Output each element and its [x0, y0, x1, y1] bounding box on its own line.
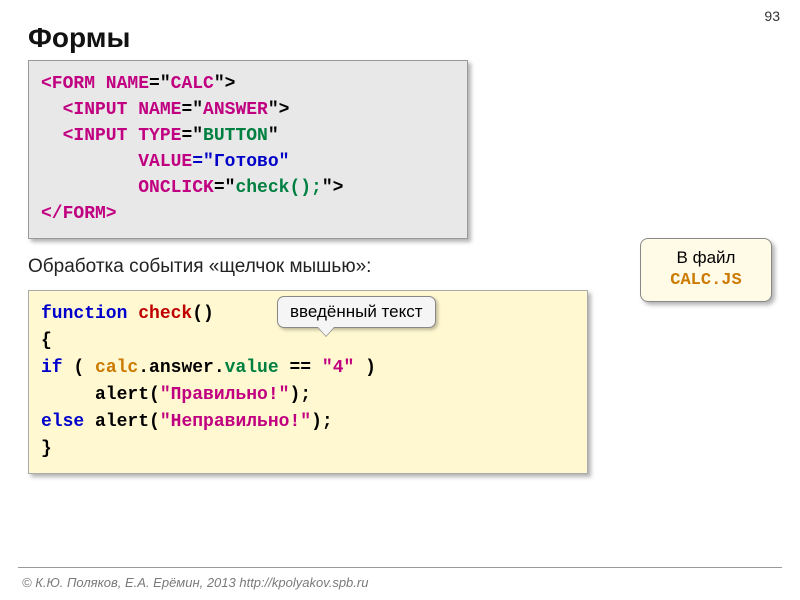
file-callout: В файл CALC.JS — [640, 238, 772, 302]
code-line: <FORM NAME="CALC"> — [41, 71, 455, 97]
code-line: else alert("Неправильно!"); — [41, 409, 575, 436]
code-line: </FORM> — [41, 201, 455, 227]
code-line: alert("Правильно!"); — [41, 382, 575, 409]
code-line: } — [41, 436, 575, 463]
code-line: VALUE="Готово" — [41, 149, 455, 175]
code-line: <INPUT TYPE="BUTTON" — [41, 123, 455, 149]
code-line: ONCLICK="check();"> — [41, 175, 455, 201]
tooltip-callout: введённый текст — [277, 296, 436, 328]
caption-text: Обработка события «щелчок мышью»: — [28, 256, 371, 278]
footer-text: © К.Ю. Поляков, Е.А. Ерёмин, 2013 http:/… — [22, 575, 368, 590]
callout-line: В файл — [651, 247, 761, 270]
code-line: <INPUT NAME="ANSWER"> — [41, 97, 455, 123]
callout-filename: CALC.JS — [651, 270, 761, 293]
footer-divider — [18, 567, 782, 568]
code-line: if ( calc.answer.value == "4" ) — [41, 355, 575, 382]
code-line: { — [41, 328, 575, 355]
slide-title: Формы — [28, 22, 130, 54]
html-code-block: <FORM NAME="CALC"> <INPUT NAME="ANSWER">… — [28, 60, 468, 239]
page-number: 93 — [764, 8, 780, 24]
